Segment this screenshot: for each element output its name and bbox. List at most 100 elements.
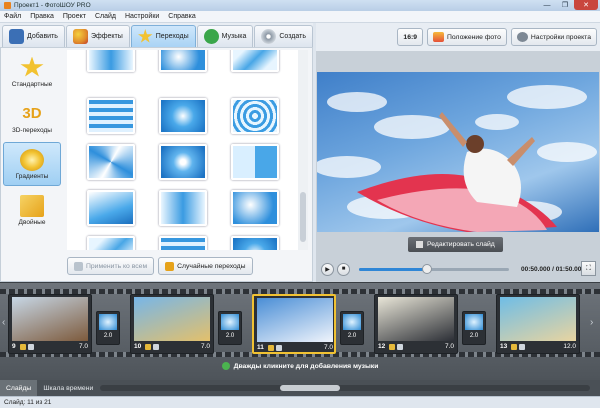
slide-thumbnail[interactable]: 9 7.0 bbox=[8, 294, 92, 354]
transition-thumbnail[interactable] bbox=[231, 236, 279, 250]
tab-effects[interactable]: Эффекты bbox=[65, 25, 130, 47]
edit-icon[interactable] bbox=[267, 344, 274, 351]
fullscreen-button[interactable]: ⛶ bbox=[581, 261, 596, 276]
tab-slides[interactable]: Слайды bbox=[0, 380, 38, 396]
sound-icon[interactable] bbox=[519, 343, 526, 350]
project-settings-button[interactable]: Настройки проекта bbox=[510, 28, 597, 46]
close-icon[interactable]: ✕ bbox=[574, 0, 598, 10]
slide-transition[interactable]: 2.0 bbox=[96, 311, 120, 345]
stop-button[interactable]: ■ bbox=[337, 262, 350, 276]
slide-transition[interactable]: 2.0 bbox=[218, 311, 242, 345]
seek-handle[interactable] bbox=[421, 263, 432, 274]
aspect-ratio-button[interactable]: 16:9 bbox=[397, 28, 424, 46]
music-note-icon bbox=[221, 362, 230, 370]
transition-grid bbox=[67, 50, 307, 250]
timeline-scrollbar[interactable] bbox=[100, 385, 590, 391]
transition-thumbnail[interactable] bbox=[87, 190, 135, 226]
tab-timeline-scale[interactable]: Шкала времени bbox=[37, 380, 99, 396]
sound-icon[interactable] bbox=[275, 344, 282, 351]
transitions-panel: Стандартные 3D 3D-переходы Градиенты Дво… bbox=[0, 47, 313, 282]
transition-thumbnail[interactable] bbox=[87, 98, 135, 134]
slide-thumbnail[interactable]: 13 12.0 bbox=[496, 294, 580, 354]
category-list: Стандартные 3D 3D-переходы Градиенты Дво… bbox=[3, 50, 65, 281]
transition-thumbnail[interactable] bbox=[87, 50, 135, 72]
sound-icon[interactable] bbox=[27, 343, 34, 350]
edit-icon[interactable] bbox=[389, 343, 396, 350]
music-hint[interactable]: Дважды кликните для добавления музыки bbox=[0, 362, 600, 370]
slide-transition[interactable]: 2.0 bbox=[340, 311, 364, 345]
menu-file[interactable]: Файл bbox=[4, 13, 21, 20]
timeline-scrollbar-thumb[interactable] bbox=[280, 385, 340, 391]
transition-thumbnail[interactable] bbox=[231, 144, 279, 180]
edit-icon[interactable] bbox=[19, 343, 26, 350]
preview-toolbar: 16:9 Положение фото Настройки проекта bbox=[316, 23, 600, 51]
transition-thumbnail[interactable] bbox=[231, 98, 279, 134]
menu-slide[interactable]: Слайд bbox=[95, 13, 116, 20]
3d-icon: 3D bbox=[22, 104, 42, 122]
dancer-photo-illustration bbox=[317, 85, 597, 232]
slide-thumbnail[interactable]: 11 7.0 bbox=[252, 294, 336, 354]
seek-bar[interactable] bbox=[359, 263, 509, 274]
slide-timeline: ‹ › 9 7.0 2.0 10 7.0 2.0 11 7.0 2.0 12 7.0 2.0 13 12.… bbox=[0, 282, 600, 380]
palette-icon bbox=[72, 29, 88, 44]
slide-transition[interactable]: 2.0 bbox=[462, 311, 486, 345]
tab-music[interactable]: Музыка bbox=[196, 25, 254, 47]
transition-duration: 2.0 bbox=[469, 333, 479, 339]
transition-thumbnail[interactable] bbox=[231, 50, 279, 72]
slide-number: 11 bbox=[257, 344, 264, 351]
disc-icon bbox=[261, 29, 277, 44]
category-3d[interactable]: 3D 3D-переходы bbox=[3, 96, 61, 140]
transition-scrollbar[interactable] bbox=[298, 50, 308, 250]
transition-thumbnail[interactable] bbox=[87, 144, 135, 180]
menu-settings[interactable]: Настройки bbox=[125, 13, 159, 20]
transition-thumbnail[interactable] bbox=[159, 236, 207, 250]
photo-position-button[interactable]: Положение фото bbox=[427, 28, 507, 46]
edit-icon[interactable] bbox=[145, 343, 152, 350]
transition-thumbnail[interactable] bbox=[159, 98, 207, 134]
category-standard[interactable]: Стандартные bbox=[3, 50, 61, 94]
sound-icon[interactable] bbox=[397, 343, 404, 350]
window-title: Проект1 - ФотоШОУ PRO bbox=[14, 2, 91, 9]
menu-edit[interactable]: Правка bbox=[30, 13, 54, 20]
apply-to-all-button[interactable]: Применить ко всем bbox=[67, 257, 155, 275]
timeline-scroll-right-icon[interactable]: › bbox=[590, 317, 593, 328]
player-controls: ▶ ■ 00:50.000 / 01:50.000 ⛶ bbox=[316, 258, 600, 280]
transition-thumbnail[interactable] bbox=[231, 190, 279, 226]
slide-image bbox=[134, 297, 210, 341]
minimize-icon[interactable]: — bbox=[538, 0, 556, 10]
folder-icon bbox=[9, 29, 24, 44]
menu-project[interactable]: Проект bbox=[63, 13, 86, 20]
transition-duration: 2.0 bbox=[225, 333, 235, 339]
menu-help[interactable]: Справка bbox=[168, 13, 195, 20]
scrollbar-thumb[interactable] bbox=[300, 192, 306, 242]
slide-image bbox=[378, 297, 454, 341]
edit-slide-button[interactable]: Редактировать слайд bbox=[408, 237, 503, 252]
slide-thumbnail[interactable]: 10 7.0 bbox=[130, 294, 214, 354]
status-text: Слайд: 11 из 21 bbox=[4, 399, 52, 406]
dice-icon bbox=[165, 261, 175, 271]
tab-transitions[interactable]: Переходы bbox=[130, 25, 196, 47]
edit-icon[interactable] bbox=[511, 343, 518, 350]
transition-thumbnail[interactable] bbox=[159, 50, 207, 72]
apply-icon bbox=[74, 261, 83, 271]
slide-number: 12 bbox=[378, 343, 386, 350]
timeline-scroll-left-icon[interactable]: ‹ bbox=[2, 317, 5, 328]
transition-thumbnail[interactable] bbox=[87, 236, 135, 250]
sound-icon[interactable] bbox=[153, 343, 160, 350]
tab-add[interactable]: Добавить bbox=[2, 25, 65, 47]
transition-thumbnail[interactable] bbox=[159, 190, 207, 226]
random-transitions-button[interactable]: Случайные переходы bbox=[158, 257, 253, 275]
slide-number: 13 bbox=[500, 343, 508, 350]
transition-thumbnail[interactable] bbox=[159, 144, 207, 180]
play-button[interactable]: ▶ bbox=[321, 262, 334, 276]
slide-duration: 7.0 bbox=[78, 343, 88, 350]
slide-info: 12 7.0 bbox=[378, 342, 454, 351]
slide-thumbnail[interactable]: 12 7.0 bbox=[374, 294, 458, 354]
gradient-icon bbox=[20, 148, 44, 171]
category-double[interactable]: Двойные bbox=[3, 188, 61, 232]
tab-create[interactable]: Создать bbox=[254, 25, 313, 47]
maximize-icon[interactable]: ❐ bbox=[556, 0, 574, 10]
app-icon bbox=[4, 2, 11, 9]
category-gradients[interactable]: Градиенты bbox=[3, 142, 61, 186]
slide-info: 11 7.0 bbox=[257, 343, 333, 352]
